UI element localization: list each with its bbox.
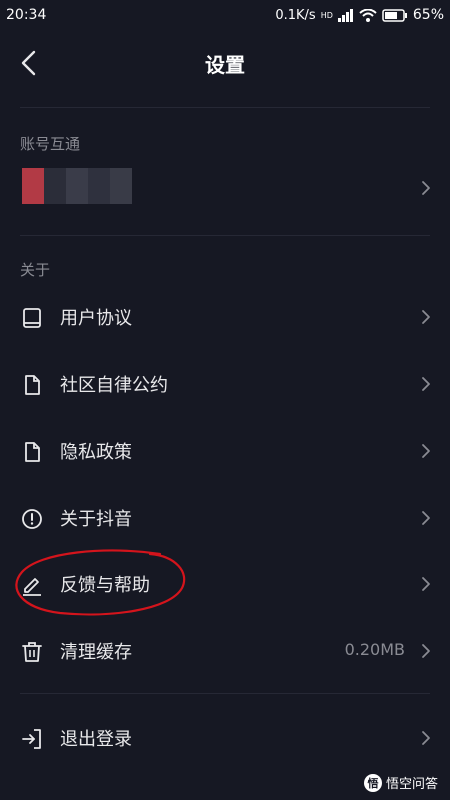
trash-icon <box>22 642 42 662</box>
linked-account-row[interactable] <box>0 160 450 222</box>
page-title: 设置 <box>205 53 245 77</box>
wukong-logo-icon: 悟 <box>363 773 382 792</box>
chevron-right-icon <box>422 310 430 324</box>
logout-row[interactable]: 退出登录 <box>0 705 450 771</box>
header: 设置 <box>0 30 450 96</box>
info-icon <box>22 509 42 529</box>
logout-icon <box>22 729 41 749</box>
status-time: 20:34 <box>6 7 47 23</box>
chevron-right-icon <box>422 577 430 591</box>
menu-item-privacy-policy[interactable]: 隐私政策 <box>0 418 450 484</box>
edit-icon <box>23 578 41 596</box>
menu-item-feedback-help[interactable]: 反馈与帮助 <box>0 551 450 617</box>
section-label-account: 账号互通 <box>20 135 81 153</box>
menu-item-label: 反馈与帮助 <box>60 575 150 596</box>
chevron-right-icon <box>422 181 430 195</box>
section-label-about: 关于 <box>20 261 51 279</box>
battery-level: 65% <box>412 7 444 23</box>
menu-item-community-guidelines[interactable]: 社区自律公约 <box>0 351 450 417</box>
menu-item-label: 关于抖音 <box>60 509 132 530</box>
status-right: 0.1K/s HD 65% <box>275 7 444 23</box>
chevron-right-icon <box>422 377 430 391</box>
redacted-account-avatar <box>22 168 132 204</box>
divider <box>20 107 430 108</box>
watermark-text: 悟空问答 <box>385 777 438 792</box>
hd-badge: HD <box>320 10 333 20</box>
menu-item-label: 隐私政策 <box>60 442 132 463</box>
menu-item-user-agreement[interactable]: 用户协议 <box>0 284 450 350</box>
menu-item-label: 清理缓存 <box>60 642 132 663</box>
document-icon <box>25 442 40 462</box>
divider <box>20 693 430 694</box>
book-icon <box>23 308 41 328</box>
menu-item-label: 用户协议 <box>60 308 132 329</box>
chevron-right-icon <box>422 511 430 525</box>
menu-item-about-douyin[interactable]: 关于抖音 <box>0 485 450 551</box>
cache-size: 0.20MB <box>344 640 405 659</box>
document-icon <box>25 375 40 395</box>
chevron-right-icon <box>422 644 430 658</box>
watermark: 悟 悟空问答 <box>363 773 438 792</box>
status-bar: 20:34 0.1K/s HD 65% <box>0 0 450 30</box>
divider <box>20 235 430 236</box>
wifi-icon <box>359 8 377 22</box>
battery-icon <box>382 8 407 22</box>
chevron-right-icon <box>422 731 430 745</box>
menu-item-clear-cache[interactable]: 清理缓存 0.20MB <box>0 618 450 684</box>
menu-item-label: 社区自律公约 <box>60 375 168 396</box>
chevron-right-icon <box>422 444 430 458</box>
logout-label: 退出登录 <box>60 729 132 750</box>
network-speed: 0.1K/s <box>275 7 316 23</box>
signal-icon <box>337 8 353 22</box>
